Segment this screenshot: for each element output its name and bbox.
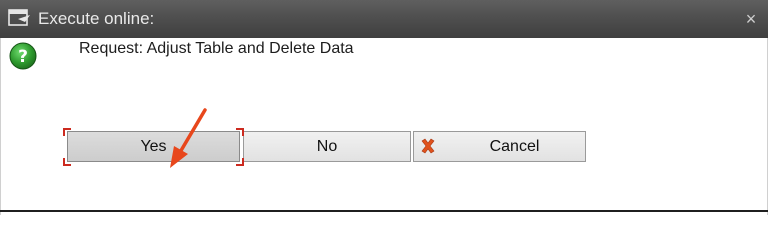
dialog-message: Request: Adjust Table and Delete Data bbox=[79, 40, 354, 57]
close-button[interactable]: × bbox=[740, 8, 762, 30]
cancel-x-icon bbox=[421, 138, 435, 154]
window-title: Execute online: bbox=[38, 9, 155, 28]
window-icon bbox=[8, 9, 30, 26]
bottom-border bbox=[0, 210, 768, 212]
no-button[interactable]: No bbox=[243, 131, 411, 162]
no-button-label: No bbox=[316, 138, 338, 155]
svg-text:?: ? bbox=[18, 47, 28, 67]
cancel-button[interactable]: Cancel bbox=[413, 131, 586, 162]
close-icon: × bbox=[745, 9, 757, 29]
window-titlebar: Execute online: × bbox=[0, 0, 768, 38]
question-icon: ? bbox=[9, 42, 37, 70]
dialog-body bbox=[0, 38, 768, 215]
annotation-arrow bbox=[170, 108, 207, 168]
cancel-button-label: Cancel bbox=[489, 138, 540, 155]
